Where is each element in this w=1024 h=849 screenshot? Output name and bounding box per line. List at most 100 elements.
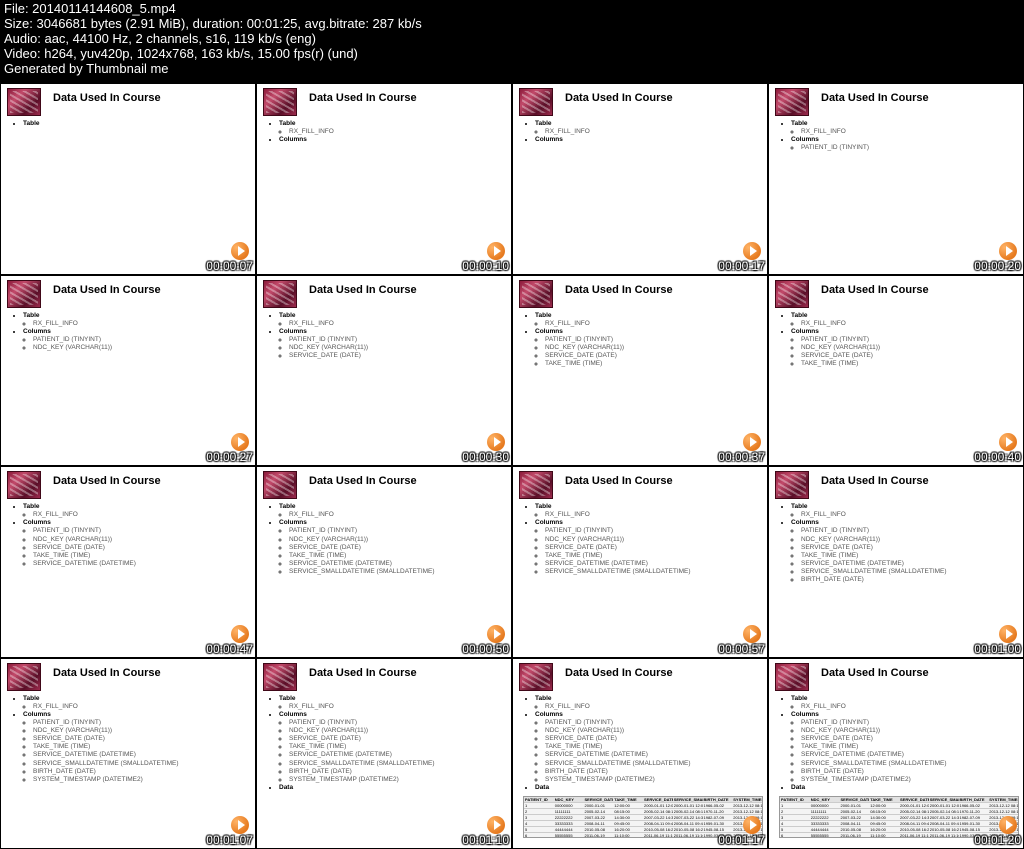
data-table-cell: 33333333	[554, 821, 584, 826]
data-table-cell: 1970-11-20	[703, 809, 733, 814]
play-icon[interactable]	[487, 816, 505, 834]
timestamp: 00:00:40	[974, 450, 1021, 464]
column-item: NDC_KEY (VARCHAR(11))	[545, 727, 759, 735]
slide-content: TableRX_FILL_INFOColumnsPATIENT_ID (TINY…	[1, 310, 255, 355]
thumbnail[interactable]: Data Used In CourseTableRX_FILL_INFOColu…	[512, 466, 768, 658]
course-logo-icon	[263, 280, 297, 308]
column-item: PATIENT_ID (TINYINT)	[545, 336, 759, 344]
thumbnail[interactable]: Data Used In CourseTableRX_FILL_INFOColu…	[0, 275, 256, 467]
data-table-cell: 2	[780, 809, 810, 814]
play-icon[interactable]	[487, 433, 505, 451]
play-icon[interactable]	[231, 242, 249, 260]
play-icon[interactable]	[999, 242, 1017, 260]
column-item: BIRTH_DATE (DATE)	[289, 768, 503, 776]
column-item: PATIENT_ID (TINYINT)	[289, 336, 503, 344]
slide-title: Data Used In Course	[53, 471, 161, 487]
column-item: BIRTH_DATE (DATE)	[801, 768, 1015, 776]
play-icon[interactable]	[231, 433, 249, 451]
data-table-cell: 16:20:00	[613, 827, 643, 832]
play-icon[interactable]	[743, 625, 761, 643]
column-item: NDC_KEY (VARCHAR(11))	[801, 344, 1015, 352]
play-icon[interactable]	[999, 625, 1017, 643]
table-name: RX_FILL_INFO	[289, 320, 503, 328]
slide-title: Data Used In Course	[565, 280, 673, 296]
play-icon[interactable]	[487, 625, 505, 643]
data-table-cell: 2005-02-14 08:15	[673, 809, 703, 814]
data-table-header-cell: PATIENT_ID	[524, 797, 554, 802]
slide-content: TableRX_FILL_INFOColumnsPATIENT_ID (TINY…	[257, 501, 511, 578]
thumbnail[interactable]: Data Used In CourseTableRX_FILL_INFOColu…	[768, 275, 1024, 467]
play-icon[interactable]	[999, 433, 1017, 451]
timestamp: 00:00:50	[462, 642, 509, 656]
play-icon[interactable]	[231, 816, 249, 834]
table-heading: TableRX_FILL_INFO	[279, 120, 503, 136]
data-table-cell: 55555555	[554, 833, 584, 838]
size-line: Size: 3046681 bytes (2.91 MiB), duration…	[4, 17, 422, 32]
data-table-cell: 4	[780, 821, 810, 826]
columns-heading: ColumnsPATIENT_ID (TINYINT)NDC_KEY (VARC…	[279, 711, 503, 784]
course-logo-icon	[263, 88, 297, 116]
column-item: SERVICE_DATETIME (DATETIME)	[33, 751, 247, 759]
slide-header: Data Used In Course	[769, 84, 1023, 118]
table-name: RX_FILL_INFO	[545, 511, 759, 519]
column-item: SERVICE_DATE (DATE)	[801, 735, 1015, 743]
data-table-header-cell: BIRTH_DATE	[703, 797, 733, 802]
data-table-header-cell: SERVICE_DATE	[584, 797, 614, 802]
thumbnail[interactable]: Data Used In CourseTableRX_FILL_INFOColu…	[768, 466, 1024, 658]
thumbnail[interactable]: Data Used In CourseTable00:00:07	[0, 83, 256, 275]
data-table-cell: 2007-03-22 14:30	[929, 815, 959, 820]
thumbnail[interactable]: Data Used In CourseTableRX_FILL_INFOColu…	[256, 466, 512, 658]
columns-heading: Columns	[535, 136, 759, 144]
slide-header: Data Used In Course	[257, 84, 511, 118]
data-table-cell: 1982-07-09	[703, 815, 733, 820]
data-table-cell: 2005-02-14 08:15:00	[643, 809, 673, 814]
play-icon[interactable]	[743, 242, 761, 260]
thumbnail[interactable]: Data Used In CourseTableRX_FILL_INFOColu…	[256, 83, 512, 275]
table-name: RX_FILL_INFO	[801, 320, 1015, 328]
data-heading: Data	[279, 784, 503, 792]
table-name: RX_FILL_INFO	[289, 128, 503, 136]
play-icon[interactable]	[743, 816, 761, 834]
data-table: PATIENT_IDNDC_KEYSERVICE_DATETAKE_TIMESE…	[779, 796, 1019, 838]
generated-line: Generated by Thumbnail me	[4, 62, 422, 77]
column-item: PATIENT_ID (TINYINT)	[33, 527, 247, 535]
timestamp: 00:00:27	[206, 450, 253, 464]
thumbnail[interactable]: Data Used In CourseTableRX_FILL_INFOColu…	[0, 658, 256, 849]
timestamp: 00:00:20	[974, 259, 1021, 273]
data-table-cell: 12:00:00	[613, 803, 643, 808]
thumbnail[interactable]: Data Used In CourseTableRX_FILL_INFOColu…	[512, 83, 768, 275]
thumbnail[interactable]: Data Used In CourseTableRX_FILL_INFOColu…	[0, 466, 256, 658]
slide-content: TableRX_FILL_INFOColumnsPATIENT_ID (TINY…	[257, 693, 511, 795]
data-table-cell: 09:45:00	[613, 821, 643, 826]
data-table-cell: 1959-01-30	[703, 821, 733, 826]
column-item: SERVICE_DATETIME (DATETIME)	[801, 751, 1015, 759]
thumbnail[interactable]: Data Used In CourseTableRX_FILL_INFOColu…	[768, 658, 1024, 849]
data-table-cell: 2011-06-19 11:10:00	[899, 833, 929, 838]
data-table-header-cell: SERVICE_SMALLDATETIME	[673, 797, 703, 802]
column-item: SERVICE_DATETIME (DATETIME)	[545, 751, 759, 759]
data-table-cell: 14:30:00	[869, 815, 899, 820]
thumbnail[interactable]: Data Used In CourseTableRX_FILL_INFOColu…	[768, 83, 1024, 275]
column-item: PATIENT_ID (TINYINT)	[801, 527, 1015, 535]
data-table-cell: 08:15:00	[869, 809, 899, 814]
data-table-cell: 2010-05-08 16:20:00	[899, 827, 929, 832]
thumbnail[interactable]: Data Used In CourseTableRX_FILL_INFOColu…	[512, 275, 768, 467]
table-name: RX_FILL_INFO	[33, 320, 247, 328]
play-icon[interactable]	[231, 625, 249, 643]
play-icon[interactable]	[743, 433, 761, 451]
timestamp: 00:00:37	[718, 450, 765, 464]
data-table-cell: 1959-01-30	[959, 821, 989, 826]
thumbnail[interactable]: Data Used In CourseTableRX_FILL_INFOColu…	[512, 658, 768, 849]
column-item: NDC_KEY (VARCHAR(11))	[289, 536, 503, 544]
column-item: SERVICE_DATE (DATE)	[545, 544, 759, 552]
timestamp: 00:00:57	[718, 642, 765, 656]
thumbnail[interactable]: Data Used In CourseTableRX_FILL_INFOColu…	[256, 275, 512, 467]
slide-content: TableRX_FILL_INFOColumns	[257, 118, 511, 146]
play-icon[interactable]	[487, 242, 505, 260]
slide-title: Data Used In Course	[821, 88, 929, 104]
column-item: SERVICE_DATE (DATE)	[545, 735, 759, 743]
play-icon[interactable]	[999, 816, 1017, 834]
course-logo-icon	[7, 471, 41, 499]
data-table-cell: 2005-02-14 08:15	[929, 809, 959, 814]
thumbnail[interactable]: Data Used In CourseTableRX_FILL_INFOColu…	[256, 658, 512, 849]
